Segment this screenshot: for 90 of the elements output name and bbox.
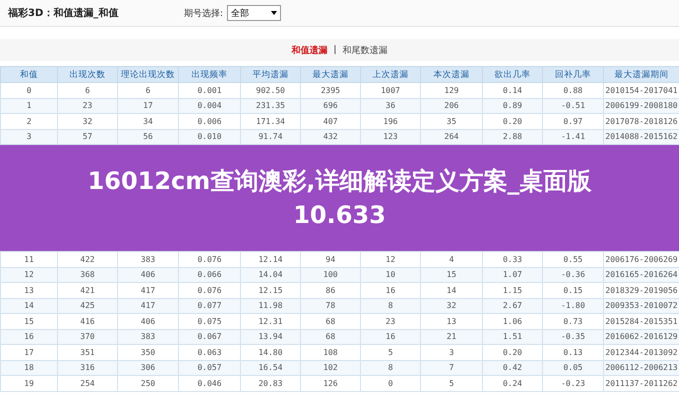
table-cell: 0.24 — [482, 376, 542, 391]
table-cell: 421 — [58, 282, 118, 298]
table-cell: 417 — [118, 282, 178, 298]
banner-headline: 16012cm查询澳彩,详细解读定义方案_桌面版10.633 — [86, 166, 592, 231]
table-cell: 422 — [58, 252, 118, 267]
table-cell: 2 — [0, 114, 58, 129]
table-cell: 11 — [0, 252, 58, 267]
table-cell: 0 — [0, 82, 58, 98]
table-cell: 0.006 — [178, 114, 240, 129]
table-cell: 16 — [360, 282, 420, 298]
table-cell: 196 — [360, 114, 420, 129]
table-cell: 12.14 — [240, 252, 300, 267]
table-cell: 0.001 — [178, 82, 240, 98]
table-cell: 34 — [118, 114, 178, 129]
table-cell: 94 — [300, 252, 360, 267]
page-title: 福彩3D：和值遗漏_和值 — [8, 6, 120, 20]
table-cell: 15 — [0, 314, 58, 329]
table-cell: 0 — [360, 376, 420, 391]
table-cell: 416 — [58, 314, 118, 329]
table-cell: 2006176-2006269 — [604, 252, 679, 267]
table-cell: 351 — [58, 344, 118, 360]
column-header: 回补几率 — [542, 66, 604, 82]
table-cell: 0.88 — [542, 82, 604, 98]
table-cell: 5 — [360, 344, 420, 360]
table-cell: 0.20 — [482, 344, 542, 360]
table-cell: 0.97 — [542, 114, 604, 129]
table-cell: 350 — [118, 344, 178, 360]
table-cell: 68 — [300, 314, 360, 329]
table-cell: 0.13 — [542, 344, 604, 360]
table-cell: 129 — [420, 82, 482, 98]
table-cell: 0.075 — [178, 314, 240, 329]
table-cell: 5 — [420, 376, 482, 391]
table-cell: 23 — [360, 314, 420, 329]
tab[interactable]: 和值遗漏 — [291, 44, 328, 56]
table-cell: 20.83 — [240, 376, 300, 391]
table-cell: 35 — [420, 114, 482, 129]
table-cell: 0.33 — [482, 252, 542, 267]
column-header: 平均遗漏 — [240, 66, 300, 82]
table-cell: 902.50 — [240, 82, 300, 98]
table-cell: 1007 — [360, 82, 420, 98]
table-cell: 254 — [58, 376, 118, 391]
table-cell: 1.15 — [482, 282, 542, 298]
table-cell: 2395 — [300, 82, 360, 98]
period-select[interactable]: 全部 — [227, 5, 282, 21]
column-header: 出现频率 — [178, 66, 240, 82]
table-cell: 0.20 — [482, 114, 542, 129]
table-cell: 32 — [58, 114, 118, 129]
table-cell: -0.23 — [542, 376, 604, 391]
table-cell: 126 — [300, 376, 360, 391]
table-cell: 14.80 — [240, 344, 300, 360]
table-cell: 250 — [118, 376, 178, 391]
table-cell: 0.14 — [482, 82, 542, 98]
table-cell: 12.15 — [240, 282, 300, 298]
column-header: 理论出现次数 — [118, 66, 178, 82]
period-label: 期号选择: — [184, 8, 224, 20]
tab[interactable]: 和尾数遗漏 — [342, 44, 388, 56]
table-cell: 86 — [300, 282, 360, 298]
table-cell: 13 — [420, 314, 482, 329]
column-header: 欲出几率 — [482, 66, 542, 82]
table-cell: 13 — [0, 282, 58, 298]
column-header: 和值 — [0, 66, 58, 82]
tab-separator: | — [333, 45, 337, 55]
table-cell: 3 — [420, 344, 482, 360]
table-cell: 0.046 — [178, 376, 240, 391]
table-cell: 0.076 — [178, 252, 240, 267]
column-header: 本次遗漏 — [420, 66, 482, 82]
table-cell: 0.55 — [542, 252, 604, 267]
column-header: 最大遗漏期间 — [604, 66, 679, 82]
table-cell: 406 — [118, 314, 178, 329]
table-cell: 383 — [118, 252, 178, 267]
table-cell: 407 — [300, 114, 360, 129]
table-cell: 0.73 — [542, 314, 604, 329]
table-cell: 4 — [420, 252, 482, 267]
table-cell: 0.063 — [178, 344, 240, 360]
table-cell: 6 — [118, 82, 178, 98]
table-cell: 0.076 — [178, 282, 240, 298]
table-cell: 14 — [420, 282, 482, 298]
table-cell: 19 — [0, 376, 58, 391]
table-cell: 12.31 — [240, 314, 300, 329]
table-cell: 17 — [0, 344, 58, 360]
column-header: 上次遗漏 — [360, 66, 420, 82]
caret-icon — [271, 11, 278, 15]
table-cell: 108 — [300, 344, 360, 360]
column-header: 最大遗漏 — [300, 66, 360, 82]
table-cell: 6 — [58, 82, 118, 98]
table-cell: 12 — [360, 252, 420, 267]
table-cell: 0.15 — [542, 282, 604, 298]
table-cell: 171.34 — [240, 114, 300, 129]
column-header: 出现次数 — [58, 66, 118, 82]
table-cell: 1.06 — [482, 314, 542, 329]
